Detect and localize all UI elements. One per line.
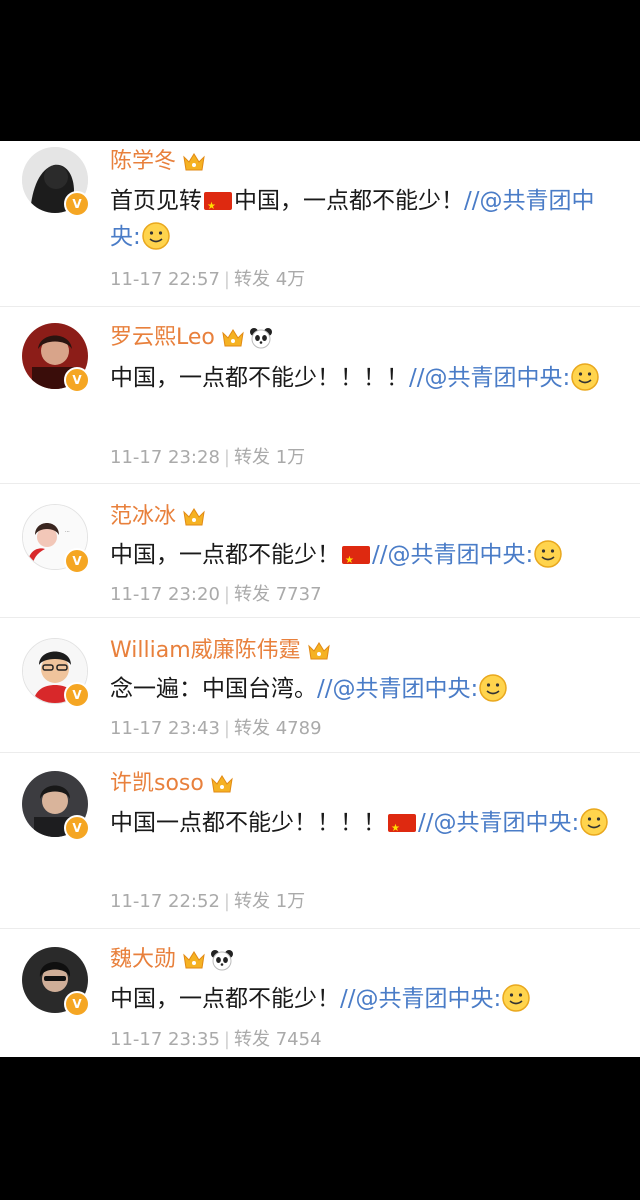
- meta-divider: |: [223, 269, 230, 290]
- list-item: V 魏大勋 中国，一点都不能少！//@共青团中央: 11-17 23:35 | 转发…: [0, 929, 640, 1057]
- vip-crown-icon: [182, 151, 206, 173]
- verified-v-icon: V: [64, 991, 90, 1017]
- verified-v-icon: V: [64, 367, 90, 393]
- smile-emoji-icon: [533, 539, 563, 569]
- panda-icon: [249, 327, 273, 349]
- china-flag-icon: [204, 189, 232, 225]
- repost-label[interactable]: 转发: [234, 584, 270, 605]
- post-content: 念一遍：中国台湾。//@共青团中央:: [110, 671, 610, 707]
- repost-count: 1万: [275, 447, 306, 468]
- repost-count: 7737: [275, 584, 322, 605]
- smile-emoji-icon: [478, 673, 508, 703]
- repost-label[interactable]: 转发: [234, 269, 270, 290]
- author-name[interactable]: 范冰冰: [110, 502, 176, 532]
- smile-emoji-icon: [141, 221, 171, 251]
- repost-label[interactable]: 转发: [234, 1029, 270, 1050]
- mention-link[interactable]: //@共青团中央:: [340, 986, 501, 1012]
- mention-link[interactable]: //@共青团中央:: [409, 365, 570, 391]
- post-meta: 11-17 23:28 | 转发 1万: [110, 445, 305, 471]
- post-content: 中国，一点都不能少！！！！//@共青团中央:: [110, 360, 610, 396]
- post-content: 中国一点都不能少！！！！//@共青团中央:: [110, 805, 610, 847]
- smile-emoji-icon: [501, 983, 531, 1013]
- repost-label[interactable]: 转发: [234, 891, 270, 912]
- post-meta: 11-17 22:52 | 转发 1万: [110, 889, 305, 915]
- repost-count: 7454: [275, 1029, 322, 1050]
- china-flag-icon: [388, 811, 416, 847]
- repost-list: V 陈学冬 首页见转中国，一点都不能少！//@共青团中央: 11-17 22:5…: [0, 141, 640, 1057]
- mention-link[interactable]: //@共青团中央:: [317, 676, 478, 702]
- repost-count: 4789: [275, 718, 322, 739]
- post-time: 11-17 22:57: [110, 269, 220, 290]
- post-meta: 11-17 22:57 | 转发 4万: [110, 267, 305, 293]
- mention-link[interactable]: //@共青团中央:: [372, 542, 533, 568]
- verified-v-icon: V: [64, 815, 90, 841]
- repost-label[interactable]: 转发: [234, 718, 270, 739]
- repost-label[interactable]: 转发: [234, 447, 270, 468]
- verified-v-icon: V: [64, 191, 90, 217]
- post-content: 中国，一点都不能少！//@共青团中央:: [110, 981, 610, 1017]
- post-content: 首页见转中国，一点都不能少！//@共青团中央:: [110, 183, 610, 255]
- meta-divider: |: [223, 584, 230, 605]
- vip-crown-icon: [221, 327, 245, 349]
- post-time: 11-17 23:20: [110, 584, 220, 605]
- post-time: 11-17 22:52: [110, 891, 220, 912]
- repost-count: 4万: [275, 269, 306, 290]
- post-time: 11-17 23:28: [110, 447, 220, 468]
- post-meta: 11-17 23:20 | 转发 7737: [110, 582, 322, 608]
- list-item: V 许凯soso 中国一点都不能少！！！！//@共青团中央: 11-17 22:…: [0, 753, 640, 929]
- post-meta: 11-17 23:43 | 转发 4789: [110, 716, 322, 742]
- list-item: V William威廉陈伟霆 念一遍：中国台湾。//@共青团中央: 11-17 …: [0, 618, 640, 753]
- vip-crown-icon: [182, 949, 206, 971]
- post-time: 11-17 23:43: [110, 718, 220, 739]
- verified-v-icon: V: [64, 682, 90, 708]
- meta-divider: |: [223, 891, 230, 912]
- author-name[interactable]: 许凯soso: [110, 769, 204, 799]
- svg-text:···: ···: [65, 529, 70, 535]
- author-name[interactable]: 陈学冬: [110, 147, 176, 177]
- mention-link[interactable]: //@共青团中央:: [418, 810, 579, 836]
- list-item: V 罗云熙Leo 中国，一点都不能少！！！！//@共青团中央: 11-17 23…: [0, 307, 640, 484]
- smile-emoji-icon: [570, 362, 600, 392]
- meta-divider: |: [223, 1029, 230, 1050]
- verified-v-icon: V: [64, 548, 90, 574]
- post-time: 11-17 23:35: [110, 1029, 220, 1050]
- author-name[interactable]: 魏大勋: [110, 945, 176, 975]
- vip-crown-icon: [210, 773, 234, 795]
- list-item: ··· V 范冰冰 中国，一点都不能少！//@共青团中央: 11-17 23:2…: [0, 484, 640, 618]
- vip-crown-icon: [182, 506, 206, 528]
- list-item: V 陈学冬 首页见转中国，一点都不能少！//@共青团中央: 11-17 22:5…: [0, 141, 640, 307]
- author-name[interactable]: William威廉陈伟霆: [110, 636, 301, 666]
- smile-emoji-icon: [579, 807, 609, 837]
- china-flag-icon: [342, 543, 370, 579]
- post-content: 中国，一点都不能少！//@共青团中央:: [110, 537, 610, 579]
- meta-divider: |: [223, 447, 230, 468]
- author-name[interactable]: 罗云熙Leo: [110, 323, 215, 353]
- vip-crown-icon: [307, 640, 331, 662]
- panda-icon: [210, 949, 234, 971]
- meta-divider: |: [223, 718, 230, 739]
- post-meta: 11-17 23:35 | 转发 7454: [110, 1027, 322, 1053]
- repost-count: 1万: [275, 891, 306, 912]
